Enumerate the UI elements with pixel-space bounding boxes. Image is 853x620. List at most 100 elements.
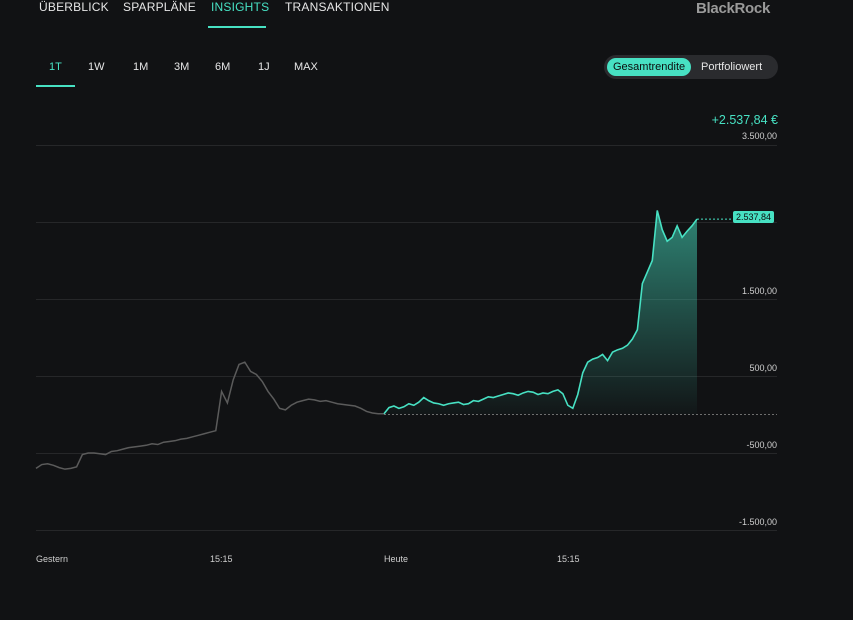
data-point: [626, 344, 628, 346]
data-point: [681, 236, 683, 238]
data-point: [636, 329, 638, 331]
series-area: [384, 210, 697, 415]
data-point: [671, 236, 673, 238]
data-point: [428, 399, 430, 401]
data-point: [522, 392, 524, 394]
data-point: [482, 398, 484, 400]
data-point: [296, 401, 298, 403]
data-point: [377, 413, 379, 415]
data-point: [651, 259, 653, 261]
data-point: [452, 402, 454, 404]
data-point: [512, 393, 514, 395]
data-point: [641, 282, 643, 284]
data-point: [290, 404, 292, 406]
data-point: [537, 393, 539, 395]
data-point: [325, 399, 327, 401]
data-point: [616, 349, 618, 351]
data-point: [75, 466, 77, 468]
data-point: [472, 399, 474, 401]
data-point: [70, 467, 72, 469]
data-point: [255, 373, 257, 375]
data-point: [432, 402, 434, 404]
data-point: [552, 390, 554, 392]
data-point: [606, 359, 608, 361]
data-point: [354, 405, 356, 407]
data-point: [497, 395, 499, 397]
data-point: [532, 391, 534, 393]
current-value-badge: 2.537,84: [733, 211, 775, 223]
data-point: [162, 441, 164, 443]
data-point: [676, 225, 678, 227]
data-point: [418, 401, 420, 403]
data-point: [180, 438, 182, 440]
data-point: [116, 449, 118, 451]
data-point: [133, 446, 135, 448]
data-point: [122, 448, 124, 450]
data-point: [611, 351, 613, 353]
data-point: [191, 436, 193, 438]
data-point: [696, 218, 698, 220]
data-point: [403, 406, 405, 408]
data-point: [447, 403, 449, 405]
data-point: [267, 390, 269, 392]
data-point: [527, 390, 529, 392]
data-point: [52, 464, 54, 466]
data-point: [646, 271, 648, 273]
data-point: [41, 463, 43, 465]
data-point: [331, 401, 333, 403]
data-point: [278, 407, 280, 409]
data-point: [388, 406, 390, 408]
data-point: [621, 347, 623, 349]
data-point: [64, 468, 66, 470]
data-point: [398, 407, 400, 409]
data-point: [226, 402, 228, 404]
data-point: [487, 396, 489, 398]
data-point: [562, 393, 564, 395]
data-point: [631, 338, 633, 340]
data-point: [232, 379, 234, 381]
data-point: [423, 396, 425, 398]
data-point: [542, 392, 544, 394]
data-point: [319, 400, 321, 402]
data-point: [507, 392, 509, 394]
data-point: [302, 399, 304, 401]
data-point: [360, 407, 362, 409]
data-point: [249, 370, 251, 372]
data-point: [244, 361, 246, 363]
data-point: [686, 230, 688, 232]
data-point: [365, 410, 367, 412]
data-point: [557, 389, 559, 391]
data-point: [691, 225, 693, 227]
data-point: [336, 403, 338, 405]
data-point: [457, 401, 459, 403]
data-point: [110, 450, 112, 452]
data-point: [467, 403, 469, 405]
data-point: [462, 403, 464, 405]
data-point: [104, 453, 106, 455]
data-point: [58, 466, 60, 468]
data-point: [307, 398, 309, 400]
data-point: [87, 452, 89, 454]
data-point: [413, 404, 415, 406]
data-point: [209, 431, 211, 433]
data-point: [656, 209, 658, 211]
data-point: [348, 404, 350, 406]
data-point: [492, 396, 494, 398]
return-chart[interactable]: [0, 0, 853, 620]
data-point: [168, 440, 170, 442]
data-point: [46, 463, 48, 465]
data-point: [128, 446, 130, 448]
data-point: [273, 398, 275, 400]
data-point: [220, 390, 222, 392]
data-point: [342, 403, 344, 405]
data-point: [145, 444, 147, 446]
data-point: [284, 409, 286, 411]
data-point: [35, 467, 37, 469]
data-point: [661, 229, 663, 231]
data-point: [477, 400, 479, 402]
data-point: [186, 437, 188, 439]
data-point: [666, 240, 668, 242]
data-point: [577, 393, 579, 395]
data-point: [313, 399, 315, 401]
data-point: [582, 372, 584, 374]
